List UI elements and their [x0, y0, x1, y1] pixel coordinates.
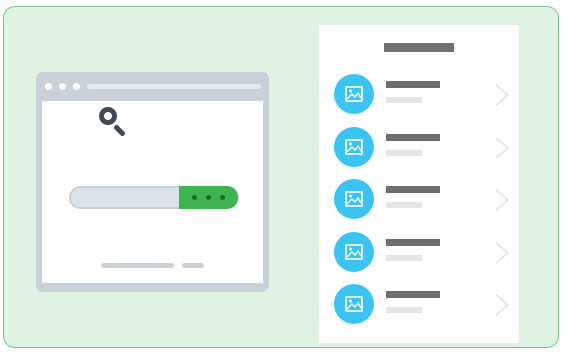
item-title-placeholder [386, 291, 440, 298]
footer-placeholder [182, 263, 204, 268]
item-subtitle-placeholder [386, 97, 422, 103]
item-subtitle-placeholder [386, 307, 422, 313]
chevron-right-icon [494, 188, 510, 217]
magnifier-icon [99, 107, 117, 125]
footer-placeholder [101, 263, 174, 268]
search-button [179, 186, 238, 209]
button-dot [206, 195, 211, 200]
list-item [319, 179, 519, 231]
item-subtitle-placeholder [386, 254, 422, 261]
item-title-placeholder [386, 133, 440, 141]
button-dot [192, 195, 197, 200]
thumbnail [334, 231, 374, 272]
item-title-placeholder [386, 186, 440, 193]
item-title-placeholder [386, 81, 440, 88]
thumbnail [334, 284, 374, 324]
window-dot [45, 83, 52, 90]
thumbnail [334, 74, 374, 114]
item-title-placeholder [386, 238, 440, 246]
list-item [319, 126, 519, 179]
item-subtitle-placeholder [386, 202, 422, 208]
window-dot [73, 83, 80, 90]
chevron-right-icon [494, 293, 510, 322]
thumbnail [334, 179, 374, 219]
thumbnail [334, 126, 374, 167]
list-item [319, 74, 519, 126]
window-dot [59, 83, 66, 90]
button-dot [220, 195, 225, 200]
chevron-right-icon [494, 241, 510, 270]
item-subtitle-placeholder [386, 149, 422, 156]
list-item [319, 231, 519, 284]
chevron-right-icon [494, 136, 510, 165]
browser-window [36, 72, 269, 292]
results-title-placeholder [384, 43, 454, 52]
address-bar [87, 84, 261, 89]
chevron-right-icon [494, 83, 510, 112]
list-item [319, 284, 519, 336]
